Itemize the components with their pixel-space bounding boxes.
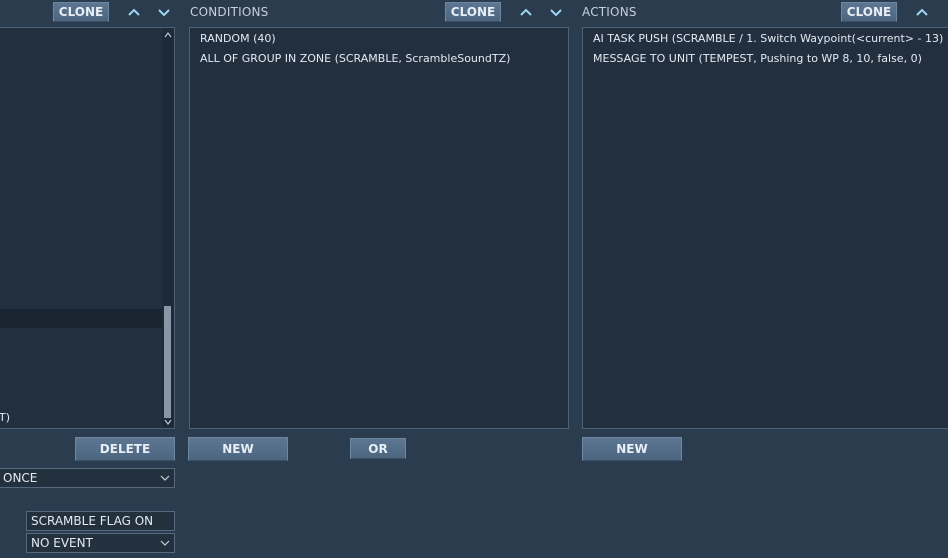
trigger-frequency-value: ONCE (3, 471, 38, 485)
conditions-move-up-button[interactable] (517, 3, 535, 21)
triggers-list-selected-row[interactable] (0, 309, 162, 328)
triggers-delete-button[interactable]: DELETE (75, 437, 175, 461)
conditions-clone-button[interactable]: CLONE (445, 2, 501, 22)
conditions-or-button[interactable]: OR (350, 438, 406, 459)
conditions-title: CONDITIONS (190, 5, 269, 19)
chevron-up-icon (128, 8, 140, 16)
actions-title: ACTIONS (582, 5, 637, 19)
triggers-list-scroll-thumb[interactable] (164, 306, 171, 418)
triggers-move-down-button[interactable] (155, 3, 173, 21)
chevron-up-icon (916, 8, 928, 16)
action-item[interactable]: AI TASK PUSH (SCRAMBLE / 1. Switch Waypo… (593, 32, 948, 45)
chevron-up-icon (520, 8, 532, 16)
trigger-event-select[interactable]: NO EVENT (26, 533, 175, 553)
triggers-clone-button[interactable]: CLONE (53, 2, 109, 22)
chevron-down-icon (158, 9, 170, 17)
conditions-new-button[interactable]: NEW (188, 437, 288, 461)
condition-item[interactable]: RANDOM (40) (200, 32, 276, 45)
action-item[interactable]: MESSAGE TO UNIT (TEMPEST, Pushing to WP … (593, 52, 922, 65)
triggers-list[interactable]: T) (0, 27, 175, 429)
triggers-move-up-button[interactable] (125, 3, 143, 21)
trigger-name-input[interactable]: SCRAMBLE FLAG ON (26, 511, 175, 531)
actions-new-button[interactable]: NEW (582, 437, 682, 461)
dropdown-chevron-icon (160, 475, 170, 481)
trigger-event-value: NO EVENT (31, 536, 93, 550)
actions-list[interactable]: AI TASK PUSH (SCRAMBLE / 1. Switch Waypo… (582, 27, 948, 429)
condition-item[interactable]: ALL OF GROUP IN ZONE (SCRAMBLE, Scramble… (200, 52, 510, 65)
trigger-frequency-select[interactable]: ONCE (0, 468, 175, 488)
scroll-up-icon[interactable] (163, 30, 173, 40)
conditions-list[interactable]: RANDOM (40) ALL OF GROUP IN ZONE (SCRAMB… (189, 27, 569, 429)
actions-clone-button[interactable]: CLONE (841, 2, 897, 22)
trigger-name-value: SCRAMBLE FLAG ON (31, 514, 154, 528)
conditions-move-down-button[interactable] (547, 3, 565, 21)
triggers-list-scrollbar[interactable] (162, 28, 174, 428)
actions-move-up-button[interactable] (913, 3, 931, 21)
chevron-down-icon (550, 9, 562, 17)
dropdown-chevron-icon (160, 540, 170, 546)
triggers-list-item-fragment[interactable]: T) (0, 411, 10, 424)
scroll-down-icon[interactable] (163, 417, 173, 427)
